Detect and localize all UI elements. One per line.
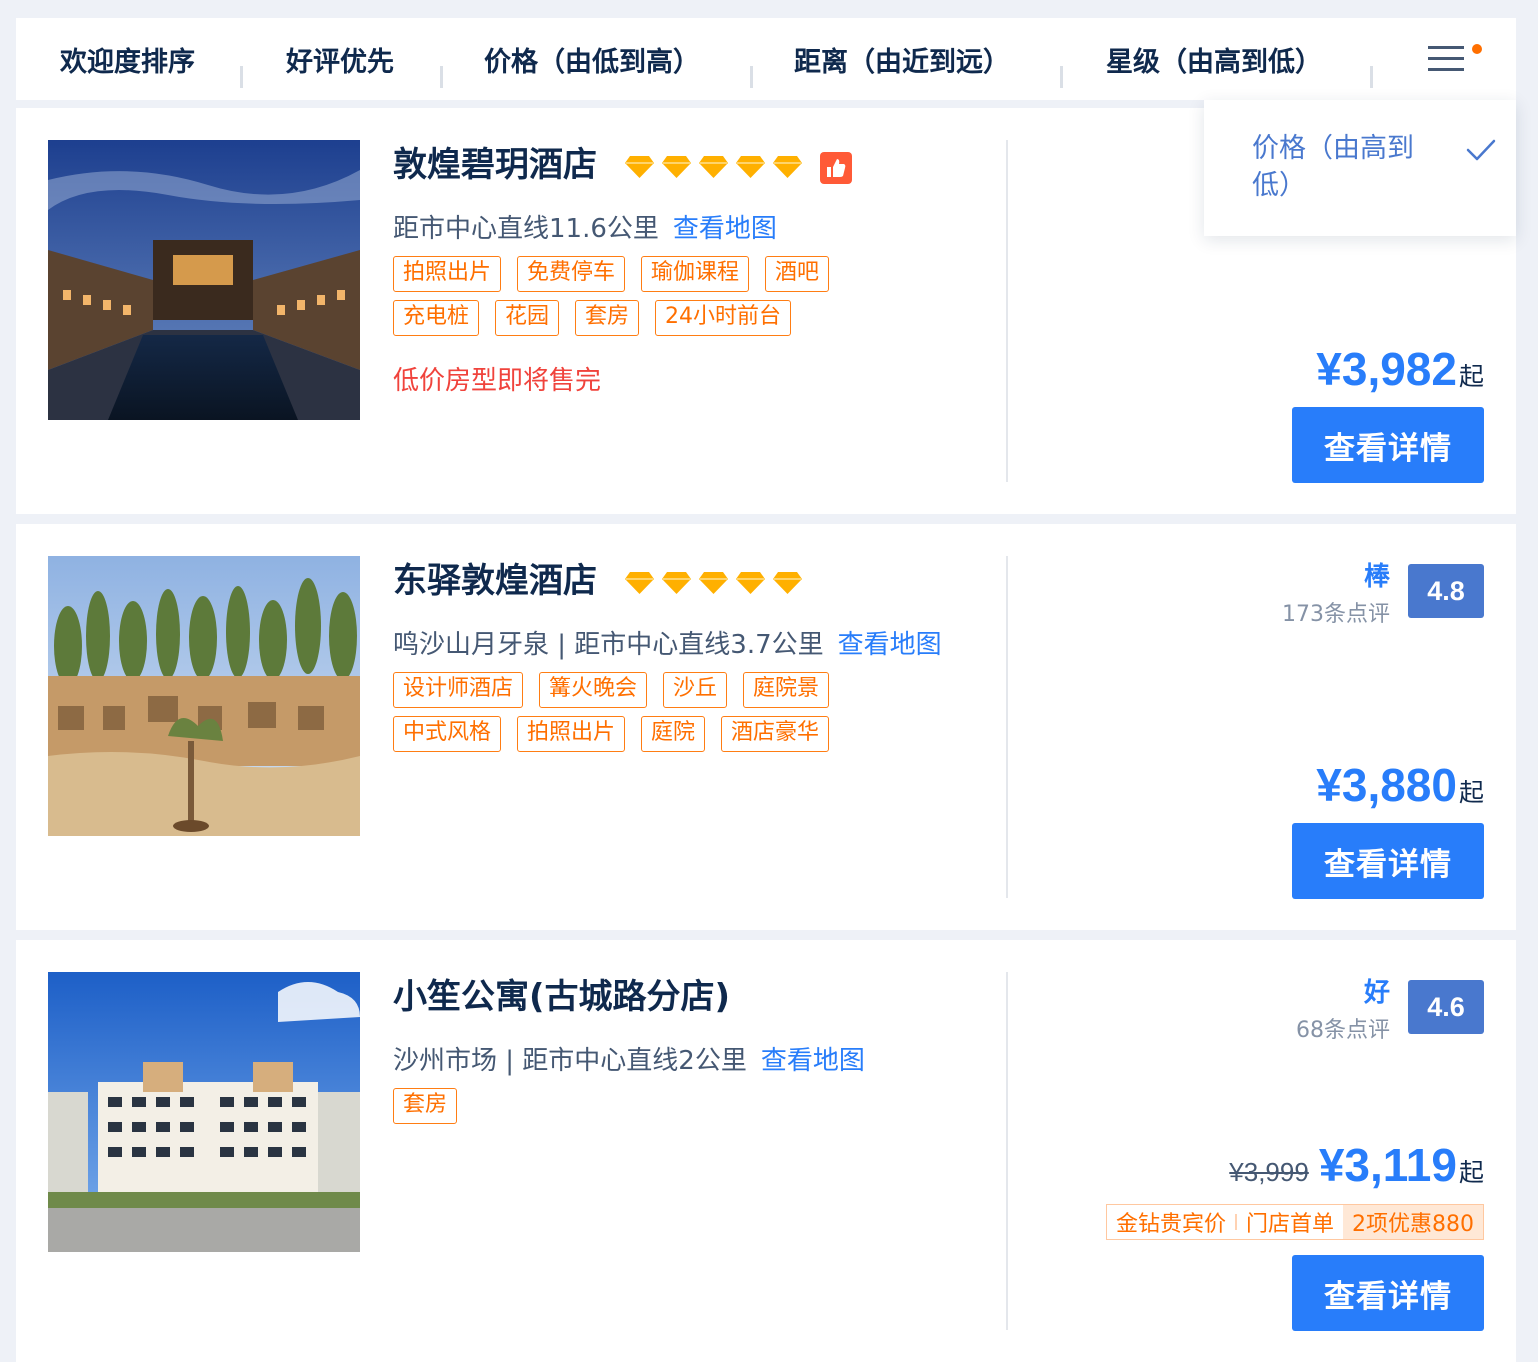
view-map-link[interactable]: 查看地图	[673, 214, 777, 244]
tag: 免费停车	[517, 256, 626, 292]
tag-list: 充电桩 花园 套房 24小时前台	[393, 300, 792, 336]
promo-badge[interactable]: 金钻贵宾价 门店首单 2项优惠880	[1105, 1204, 1484, 1240]
distance-text: 沙州市场 | 距市中心直线2公里	[393, 1046, 747, 1076]
diamond-icon	[736, 156, 765, 178]
view-details-button[interactable]: 查看详情	[1292, 1255, 1484, 1331]
score-badge: 4.8	[1408, 564, 1484, 618]
promo-first-order: 门店首单	[1245, 1212, 1334, 1237]
price-value: ¥3,119	[1318, 1139, 1457, 1191]
hotel-distance: 鸣沙山月牙泉 | 距市中心直线3.7公里 查看地图	[393, 624, 942, 661]
price: ¥3,982 起	[1316, 342, 1484, 396]
tag: 24小时前台	[655, 300, 792, 336]
diamond-icon	[699, 156, 728, 178]
view-details-button[interactable]: 查看详情	[1292, 407, 1484, 483]
diamond-icon	[736, 572, 765, 594]
tag: 庭院	[641, 716, 706, 752]
sort-bar: 欢迎度排序 好评优先 价格（由低到高） 距离（由近到远） 星级（由高到低）	[16, 18, 1516, 100]
score-badge: 4.6	[1408, 980, 1484, 1034]
diamond-rating	[625, 156, 802, 178]
tag: 中式风格	[393, 716, 502, 752]
low-price-warning: 低价房型即将售完	[393, 366, 602, 396]
divider	[1006, 140, 1008, 482]
promo-discount: 2项优惠880	[1343, 1205, 1483, 1239]
diamond-rating	[625, 572, 802, 594]
view-details-button[interactable]: 查看详情	[1292, 823, 1484, 899]
sort-divider	[1370, 66, 1373, 88]
price-suffix: 起	[1458, 1158, 1484, 1187]
diamond-icon	[773, 572, 802, 594]
tag: 拍照出片	[393, 256, 502, 292]
hotel-card[interactable]: 小笙公寓(古城路分店) 沙州市场 | 距市中心直线2公里 查看地图 套房 好 68…	[16, 940, 1516, 1362]
rating-word: 棒	[1363, 562, 1390, 592]
tag: 套房	[393, 1088, 458, 1124]
tag: 沙丘	[663, 672, 728, 708]
hotel-name[interactable]: 东驿敦煌酒店	[393, 564, 597, 598]
hotel-name[interactable]: 敦煌碧玥酒店	[393, 148, 597, 182]
hotel-distance: 距市中心直线11.6公里 查看地图	[393, 208, 777, 245]
tag: 庭院景	[743, 672, 830, 708]
sort-divider	[1060, 66, 1063, 88]
diamond-icon	[662, 156, 691, 178]
hotel-name[interactable]: 小笙公寓(古城路分店)	[393, 980, 730, 1014]
tag-list: 拍照出片 免费停车 瑜伽课程 酒吧	[393, 256, 830, 292]
diamond-icon	[699, 572, 728, 594]
tag-list: 中式风格 拍照出片 庭院 酒店豪华	[393, 716, 830, 752]
rating-word: 好	[1363, 978, 1390, 1008]
tag: 套房	[575, 300, 640, 336]
tag: 瑜伽课程	[641, 256, 750, 292]
sort-dropdown-menu: 价格（由高到低）	[1204, 100, 1516, 236]
hotel-distance: 沙州市场 | 距市中心直线2公里 查看地图	[393, 1040, 865, 1077]
price-suffix: 起	[1458, 362, 1484, 391]
review-count[interactable]: 173条点评	[1282, 596, 1390, 628]
tag-list: 套房	[393, 1088, 458, 1124]
sort-distance-near-far[interactable]: 距离（由近到远）	[794, 18, 1010, 100]
sort-popularity[interactable]: 欢迎度排序	[60, 18, 195, 100]
hotel-card[interactable]: 东驿敦煌酒店 鸣沙山月牙泉 | 距市中心直线3.7公里 查看地图 设计师酒店 篝火…	[16, 524, 1516, 930]
hotel-photo[interactable]	[48, 140, 360, 420]
price-suffix: 起	[1458, 778, 1484, 807]
price: ¥3,999 ¥3,119 起	[1229, 1138, 1484, 1192]
review-count[interactable]: 68条点评	[1296, 1012, 1390, 1044]
diamond-icon	[773, 156, 802, 178]
tag: 拍照出片	[517, 716, 626, 752]
tag: 酒店豪华	[721, 716, 830, 752]
view-map-link[interactable]: 查看地图	[761, 1046, 865, 1076]
tag: 篝火晚会	[539, 672, 648, 708]
promo-vip-price: 金钻贵宾价	[1115, 1212, 1226, 1237]
divider	[1006, 556, 1008, 898]
hotel-photo[interactable]	[48, 556, 360, 836]
sort-price-low-high[interactable]: 价格（由低到高）	[484, 18, 700, 100]
tag: 设计师酒店	[393, 672, 524, 708]
diamond-icon	[625, 156, 654, 178]
distance-text: 鸣沙山月牙泉 | 距市中心直线3.7公里	[393, 630, 824, 660]
diamond-icon	[625, 572, 654, 594]
price: ¥3,880 起	[1316, 758, 1484, 812]
tag-list: 设计师酒店 篝火晚会 沙丘 庭院景	[393, 672, 830, 708]
notification-dot	[1472, 44, 1482, 54]
tag: 酒吧	[765, 256, 830, 292]
diamond-icon	[662, 572, 691, 594]
hamburger-menu-icon[interactable]	[1426, 42, 1482, 78]
sort-rating-first[interactable]: 好评优先	[286, 18, 394, 100]
tag: 充电桩	[393, 300, 480, 336]
price-value: ¥3,982	[1316, 343, 1457, 395]
original-price: ¥3,999	[1229, 1157, 1309, 1187]
sort-divider	[440, 66, 443, 88]
divider	[1006, 972, 1008, 1330]
sort-divider	[750, 66, 753, 88]
hotel-photo[interactable]	[48, 972, 360, 1252]
price-value: ¥3,880	[1316, 759, 1457, 811]
sort-star-high-low[interactable]: 星级（由高到低）	[1106, 18, 1322, 100]
sort-price-high-low-option[interactable]: 价格（由高到低）	[1252, 130, 1442, 204]
distance-text: 距市中心直线11.6公里	[393, 214, 659, 244]
view-map-link[interactable]: 查看地图	[838, 630, 942, 660]
sort-divider	[240, 66, 243, 88]
thumbs-up-icon	[820, 152, 852, 184]
check-icon	[1466, 139, 1496, 161]
tag: 花园	[495, 300, 560, 336]
